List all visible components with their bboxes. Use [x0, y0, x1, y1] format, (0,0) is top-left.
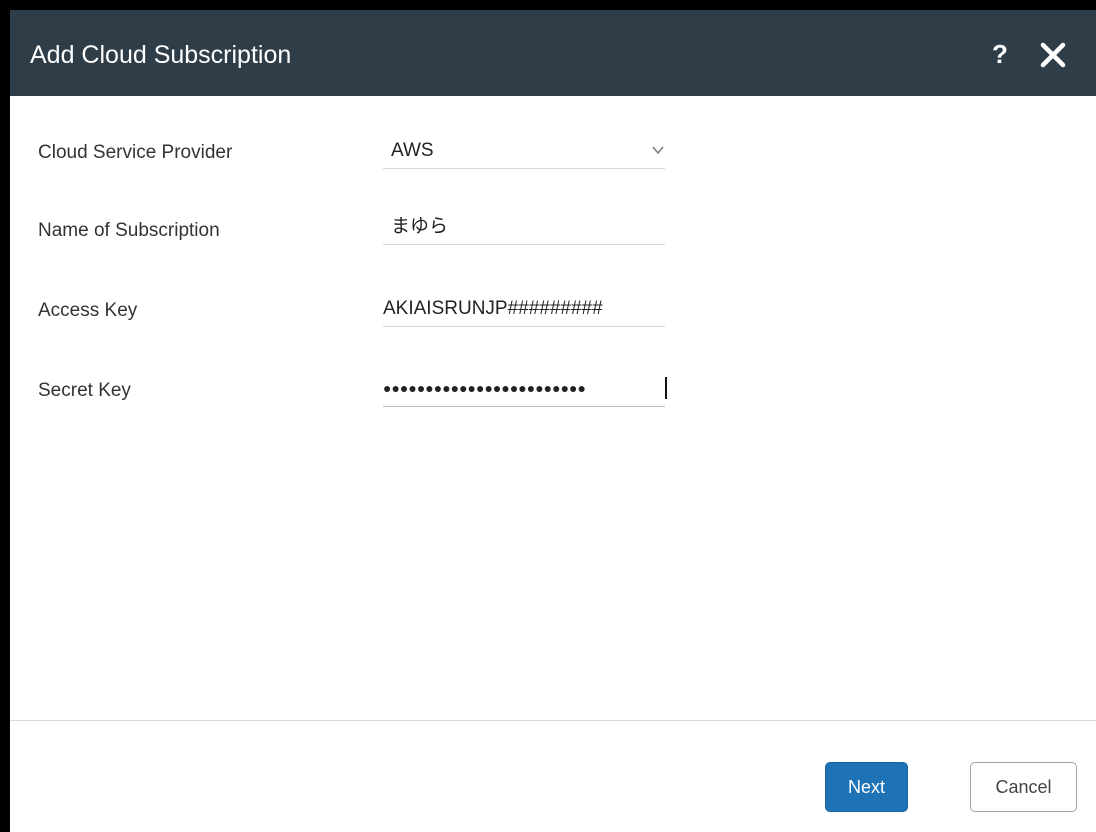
text-caret [665, 377, 667, 399]
next-button[interactable]: Next [825, 762, 908, 812]
chevron-down-icon [652, 146, 664, 155]
close-icon[interactable] [1040, 42, 1066, 68]
access-key-label: Access Key [38, 300, 138, 321]
cancel-button[interactable]: Cancel [970, 762, 1077, 812]
secret-key-label: Secret Key [38, 380, 131, 401]
access-key-value: AKIAISRUNJP######### [383, 298, 603, 319]
access-key-input[interactable]: AKIAISRUNJP######### [383, 295, 665, 327]
provider-label: Cloud Service Provider [38, 142, 233, 163]
provider-value: AWS [391, 140, 434, 161]
dialog-titlebar: Add Cloud Subscription ? [10, 10, 1096, 96]
close-icon-glyph [1040, 42, 1066, 68]
name-label: Name of Subscription [38, 220, 220, 241]
subscription-name-input[interactable]: まゆら [383, 213, 665, 245]
provider-select[interactable]: AWS [383, 137, 665, 169]
subscription-name-value: まゆら [391, 216, 449, 237]
help-icon[interactable]: ? [987, 38, 1013, 70]
secret-key-input[interactable]: ●●●●●●●●●●●●●●●●●●●●●●●● [383, 375, 667, 407]
dialog-title: Add Cloud Subscription [30, 41, 292, 69]
add-cloud-subscription-dialog: Add Cloud Subscription ? Cloud Service P… [10, 10, 1096, 832]
secret-key-masked-value: ●●●●●●●●●●●●●●●●●●●●●●●● [383, 380, 586, 396]
footer-divider [10, 720, 1096, 721]
